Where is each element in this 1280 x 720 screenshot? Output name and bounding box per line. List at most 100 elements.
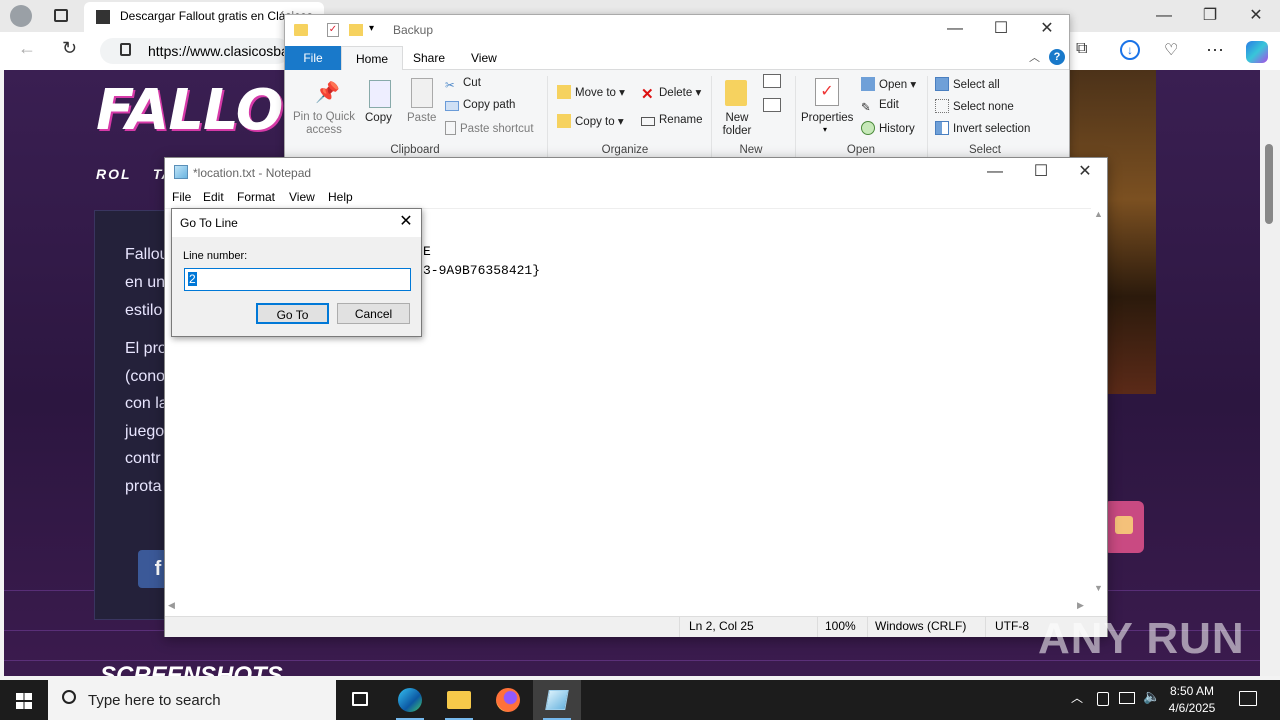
scroll-up-icon[interactable]: ▲	[1094, 209, 1103, 219]
more-menu-icon[interactable]: ⋯	[1206, 40, 1224, 61]
taskbar-file-explorer[interactable]	[435, 680, 483, 720]
edge-copilot-icon[interactable]	[1246, 41, 1268, 63]
nav-item-rol[interactable]: ROL	[96, 166, 132, 182]
downloads-icon[interactable]: ↓	[1120, 40, 1140, 60]
taskbar-search-box[interactable]: Type here to search	[48, 680, 336, 720]
task-view-button[interactable]	[336, 680, 384, 720]
show-hidden-icons-icon[interactable]: ︿	[1071, 689, 1083, 706]
tab-share[interactable]: Share	[399, 46, 459, 70]
open-icon	[861, 77, 875, 91]
address-bar[interactable]: https://www.clasicosba...	[100, 38, 290, 64]
back-icon[interactable]: ←	[18, 38, 36, 59]
quick-access-dropdown-icon[interactable]: ▾	[369, 23, 374, 34]
properties-button[interactable]: Properties	[801, 112, 853, 124]
tab-file[interactable]: File	[285, 46, 341, 70]
dialog-close-button[interactable]: ✕	[394, 211, 418, 233]
paste-shortcut-icon	[445, 121, 456, 135]
notepad-vertical-scrollbar[interactable]: ▲ ▼	[1091, 208, 1107, 598]
menu-format[interactable]: Format	[237, 190, 275, 204]
scroll-left-icon[interactable]: ◀	[168, 600, 175, 611]
menu-edit[interactable]: Edit	[203, 190, 224, 204]
network-icon[interactable]	[1119, 692, 1135, 704]
line-number-input[interactable]: 2	[184, 268, 411, 291]
ribbon-separator	[711, 76, 712, 158]
history-button[interactable]: History	[861, 121, 915, 135]
taskbar-edge[interactable]	[386, 680, 434, 720]
browser-essentials-icon[interactable]: ♡	[1164, 40, 1178, 60]
taskbar-clock[interactable]: 8:50 AM 4/6/2025	[1164, 683, 1220, 717]
open-button[interactable]: Open ▾	[861, 77, 916, 91]
browser-close-button[interactable]: ✕	[1238, 2, 1274, 30]
cancel-button[interactable]: Cancel	[337, 303, 410, 324]
new-folder-quick-icon[interactable]	[349, 24, 363, 36]
explorer-close-button[interactable]: ✕	[1029, 15, 1065, 43]
search-placeholder: Type here to search	[88, 692, 221, 709]
cut-button[interactable]: ✂ Cut	[445, 77, 481, 92]
explorer-minimize-button[interactable]: —	[937, 15, 973, 43]
new-item-icon[interactable]	[763, 74, 781, 88]
rename-button[interactable]: Rename	[641, 114, 702, 126]
browser-restore-button[interactable]: ❐	[1192, 2, 1228, 30]
start-button[interactable]	[0, 680, 48, 720]
ribbon-separator	[927, 76, 928, 158]
paste-button[interactable]: Paste	[407, 112, 436, 124]
security-icon[interactable]	[1097, 692, 1109, 706]
edit-icon: ✎	[861, 102, 871, 114]
move-to-button[interactable]: Move to ▾	[557, 85, 625, 99]
profile-avatar[interactable]	[10, 5, 32, 27]
notepad-minimize-button[interactable]: —	[977, 158, 1013, 186]
help-icon[interactable]: ?	[1049, 49, 1065, 65]
notepad-horizontal-scrollbar[interactable]: ◀ ▶	[165, 598, 1091, 614]
explorer-maximize-button[interactable]: ☐	[983, 15, 1019, 43]
new-folder-button[interactable]: New folder	[717, 112, 757, 138]
tab-actions-icon[interactable]	[54, 9, 68, 22]
chat-icon	[1115, 516, 1133, 534]
properties-quick-icon[interactable]: ✓	[327, 23, 339, 37]
notepad-close-button[interactable]: ✕	[1067, 158, 1103, 186]
status-cursor-position: Ln 2, Col 25	[689, 619, 754, 633]
copy-to-button[interactable]: Copy to ▾	[557, 114, 624, 128]
status-line-ending: Windows (CRLF)	[875, 619, 967, 633]
menu-help[interactable]: Help	[328, 190, 353, 204]
scrollbar-thumb[interactable]	[1265, 144, 1273, 224]
menu-view[interactable]: View	[289, 190, 315, 204]
invert-selection-button[interactable]: Invert selection	[935, 121, 1030, 135]
group-select: Select	[969, 144, 1001, 156]
delete-button[interactable]: ✕ Delete ▾	[641, 85, 701, 102]
copy-path-button[interactable]: Copy path	[445, 99, 515, 111]
folder-icon	[294, 24, 308, 36]
menu-file[interactable]: File	[172, 190, 191, 204]
tab-view[interactable]: View	[457, 46, 511, 70]
edit-button[interactable]: ✎ Edit	[861, 99, 899, 114]
notepad-maximize-button[interactable]: ☐	[1023, 158, 1059, 186]
invert-selection-icon	[935, 121, 949, 135]
refresh-icon[interactable]: ↻	[62, 38, 77, 59]
ribbon-collapse-icon[interactable]: ︿	[1029, 49, 1040, 65]
volume-icon[interactable]: 🔈	[1143, 688, 1160, 705]
line-number-label: Line number:	[183, 250, 248, 262]
page-scrollbar[interactable]	[1260, 70, 1280, 676]
paste-shortcut-button[interactable]: Paste shortcut	[445, 121, 534, 135]
taskbar-notepad[interactable]	[533, 680, 581, 720]
scroll-down-icon[interactable]: ▼	[1094, 583, 1103, 593]
firefox-icon	[496, 688, 520, 712]
browser-minimize-button[interactable]: —	[1146, 2, 1182, 30]
notepad-titlebar: *location.txt - Notepad — ☐ ✕	[165, 158, 1107, 187]
chat-widget-button[interactable]	[1104, 501, 1144, 553]
copy-button[interactable]: Copy	[365, 112, 392, 124]
move-to-icon	[557, 85, 571, 99]
notifications-icon[interactable]	[1239, 691, 1257, 706]
properties-dropdown-icon[interactable]: ▾	[823, 125, 827, 134]
pin-quick-access-button[interactable]: Pin to Quick access	[291, 111, 357, 137]
anyrun-watermark: ANY RUN	[1038, 614, 1245, 663]
tab-home[interactable]: Home	[341, 46, 404, 71]
select-all-button[interactable]: Select all	[935, 77, 1000, 91]
select-none-icon	[935, 99, 949, 113]
scroll-right-icon[interactable]: ▶	[1077, 600, 1084, 611]
scissors-icon: ✂	[445, 80, 455, 92]
easy-access-icon[interactable]	[763, 98, 781, 112]
collections-icon[interactable]: ⧉	[1076, 40, 1087, 58]
go-to-button[interactable]: Go To	[256, 303, 329, 324]
select-none-button[interactable]: Select none	[935, 99, 1014, 113]
taskbar-firefox[interactable]	[484, 680, 532, 720]
